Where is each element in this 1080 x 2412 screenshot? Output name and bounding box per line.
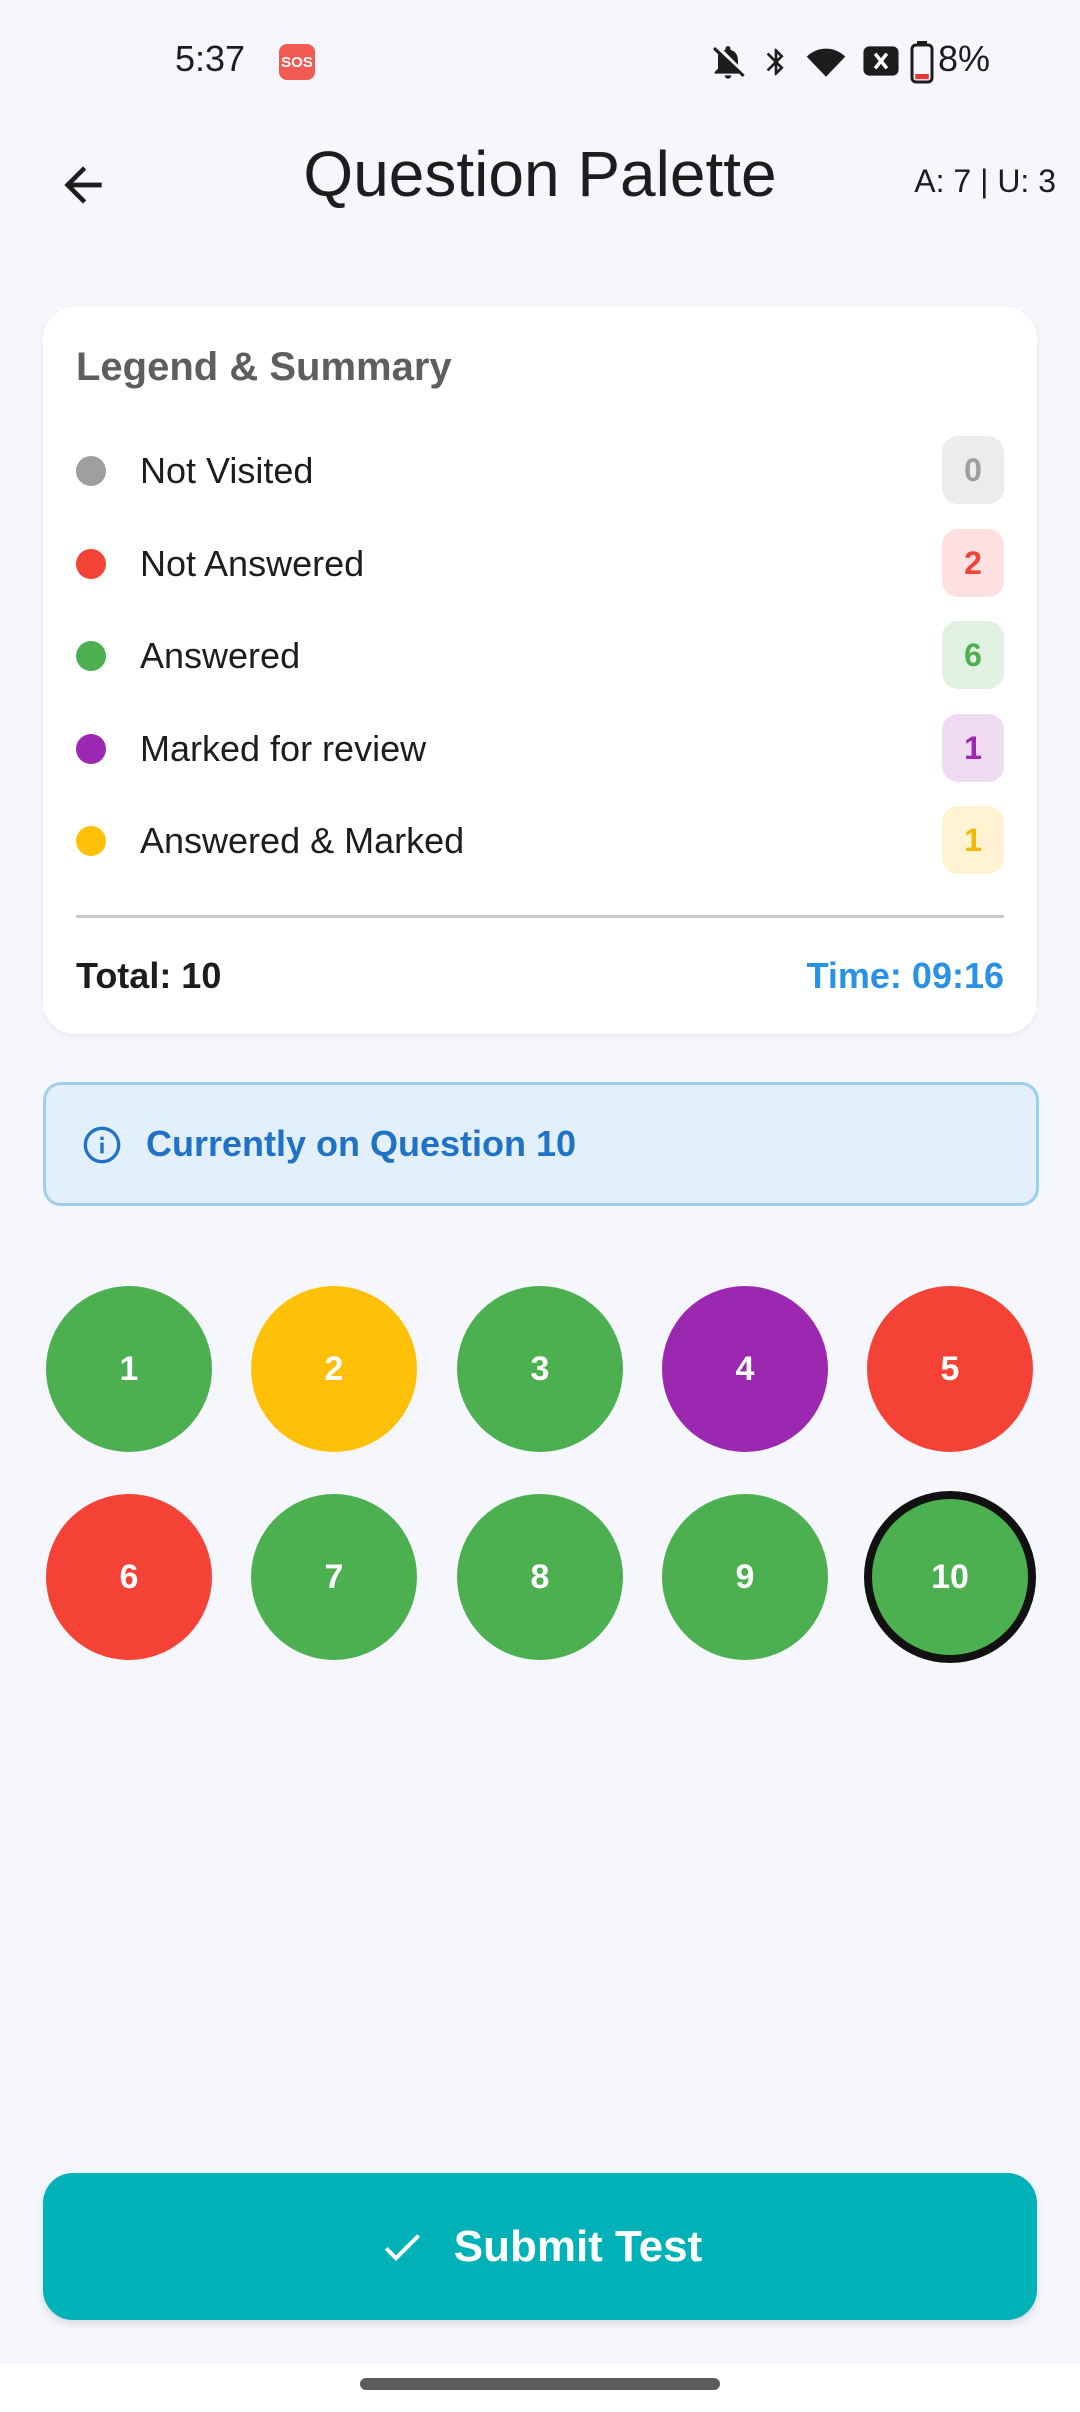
bluetooth-icon <box>760 42 792 87</box>
question-bubble-10[interactable]: 10 <box>864 1491 1036 1663</box>
submit-test-button[interactable]: Submit Test <box>43 2173 1037 2320</box>
question-bubble-3[interactable]: 3 <box>457 1286 623 1452</box>
legend-summary-card: Legend & Summary Not Visited 0 Not Answe… <box>43 307 1037 1034</box>
question-bubble-5[interactable]: 5 <box>867 1286 1033 1452</box>
question-bubble-4[interactable]: 4 <box>662 1286 828 1452</box>
answered-unanswered-counter: A: 7 | U: 3 <box>914 163 1056 199</box>
question-number: 6 <box>119 1557 139 1596</box>
question-bubble-9[interactable]: 9 <box>662 1494 828 1660</box>
legend-label: Marked for review <box>140 728 427 769</box>
legend-item-not-visited: Not Visited 0 <box>76 436 1004 506</box>
time-label: Time: 09:16 <box>806 955 1004 996</box>
battery-low-icon <box>910 40 934 89</box>
legend-item-answered: Answered 6 <box>76 621 1004 691</box>
question-number: 7 <box>324 1557 344 1596</box>
question-bubble-2[interactable]: 2 <box>251 1286 417 1452</box>
legend-item-not-answered: Not Answered 2 <box>76 529 1004 599</box>
status-dot-icon <box>76 549 106 579</box>
question-bubble-6[interactable]: 6 <box>46 1494 212 1660</box>
gesture-nav-bar <box>0 2364 1080 2412</box>
total-label: Total: 10 <box>76 955 222 996</box>
status-dot-icon <box>76 456 106 486</box>
app-bar: Question Palette A: 7 | U: 3 <box>0 125 1080 235</box>
status-dot-icon <box>76 826 106 856</box>
battery-percent: 8% <box>938 38 991 79</box>
sos-icon: SOS <box>279 44 315 80</box>
legend-label: Answered & Marked <box>140 820 465 861</box>
legend-item-answered-marked: Answered & Marked 1 <box>76 806 1004 876</box>
status-bar: 5:37 SOS 8% <box>0 0 1080 125</box>
legend-label: Answered <box>140 635 301 676</box>
question-number: 5 <box>940 1349 960 1388</box>
legend-count-badge: 6 <box>942 621 1004 689</box>
arrow-left-icon <box>64 166 102 204</box>
legend-count-badge: 2 <box>942 529 1004 597</box>
legend-count-badge: 0 <box>942 436 1004 504</box>
question-number: 1 <box>119 1349 139 1388</box>
info-icon <box>82 1125 122 1170</box>
question-number: 3 <box>530 1349 550 1388</box>
current-question-text: Currently on Question 10 <box>146 1123 577 1164</box>
legend-item-marked-for-review: Marked for review 1 <box>76 714 1004 784</box>
submit-label: Submit Test <box>453 2221 703 2271</box>
question-bubble-7[interactable]: 7 <box>251 1494 417 1660</box>
question-number: 8 <box>530 1557 550 1596</box>
question-number: 9 <box>735 1557 755 1596</box>
status-time: 5:37 <box>175 38 246 79</box>
card-title: Legend & Summary <box>76 345 452 389</box>
legend-count-badge: 1 <box>942 714 1004 782</box>
question-bubble-1[interactable]: 1 <box>46 1286 212 1452</box>
check-icon <box>384 2233 420 2261</box>
legend-label: Not Answered <box>140 543 365 584</box>
question-number: 2 <box>324 1349 344 1388</box>
status-dot-icon <box>76 734 106 764</box>
status-dot-icon <box>76 641 106 671</box>
question-bubble-8[interactable]: 8 <box>457 1494 623 1660</box>
home-indicator[interactable] <box>360 2378 720 2390</box>
legend-count-badge: 1 <box>942 806 1004 874</box>
question-number: 10 <box>931 1557 969 1596</box>
back-button[interactable] <box>38 145 128 225</box>
notifications-off-icon <box>708 42 748 87</box>
current-question-banner: Currently on Question 10 <box>43 1082 1039 1206</box>
no-sim-icon <box>862 44 900 83</box>
question-number: 4 <box>735 1349 755 1388</box>
divider <box>76 915 1004 918</box>
wifi-icon <box>803 40 849 87</box>
legend-label: Not Visited <box>140 450 314 491</box>
